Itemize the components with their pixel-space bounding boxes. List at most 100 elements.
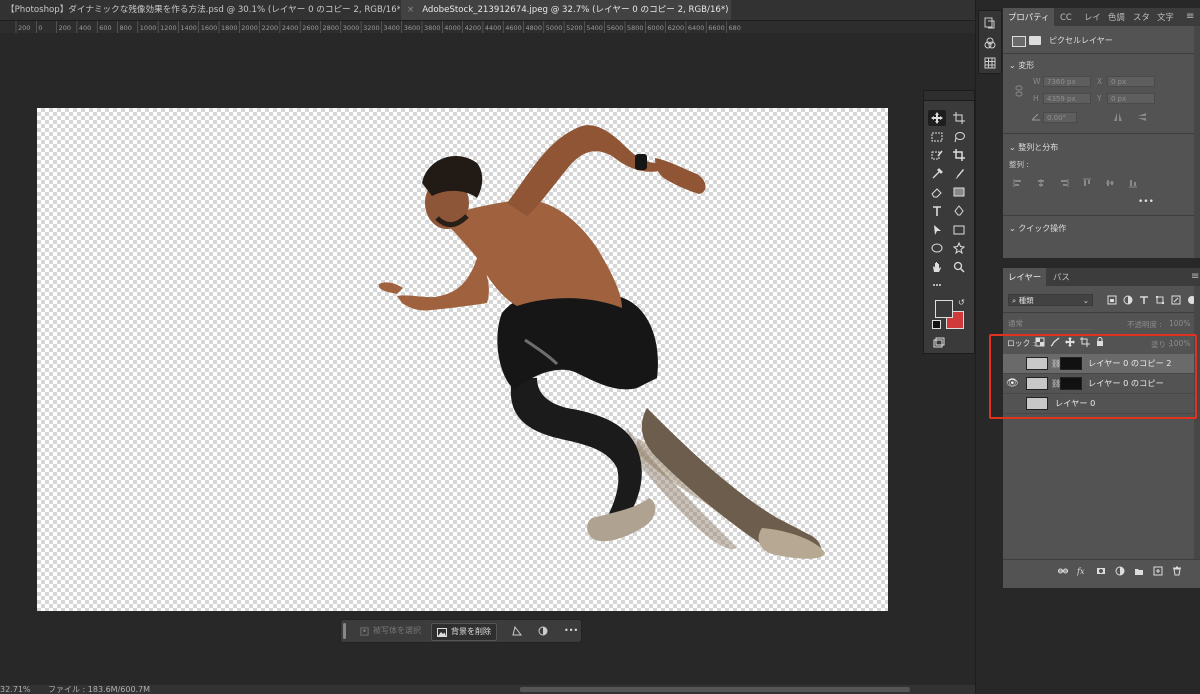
transform-button[interactable] [507,623,527,639]
document-tab-2[interactable]: × AdobeStock_213912674.jpeg @ 32.7% (レイヤー… [401,0,731,20]
select-subject-button[interactable]: 被写体を選択 [355,623,426,639]
link-icon[interactable] [1015,85,1023,100]
marquee-tool-icon[interactable] [928,129,946,145]
type-tool-icon[interactable] [928,203,946,219]
tab-cc[interactable]: CC [1060,8,1072,26]
ruler-label: 5200 [566,24,583,32]
flip-vertical-icon[interactable] [1137,112,1147,125]
brush-tool-icon[interactable] [950,166,968,182]
width-field[interactable]: 7360 px [1043,76,1091,87]
align-left-icon[interactable] [1013,178,1023,188]
channels-icon[interactable] [984,37,996,52]
transform-section-header[interactable]: ⌄ 変形 [1009,60,1034,71]
filter-type-icon[interactable] [1139,295,1149,305]
remove-background-button[interactable]: 背景を削除 [431,623,497,641]
add-mask-icon[interactable] [1096,566,1106,576]
ruler-label: 400 [79,24,91,32]
x-field[interactable]: 0 px [1107,76,1155,87]
drag-handle[interactable] [343,623,346,639]
move-tool-icon[interactable] [928,110,946,126]
layers-scrollbar[interactable] [1194,286,1200,559]
select-subject-label: 被写体を選択 [373,626,421,635]
pen-tool-icon[interactable] [950,203,968,219]
tab-properties[interactable]: プロパティ [1003,8,1055,26]
swatches-icon[interactable] [984,57,996,72]
lasso-tool-icon[interactable] [950,129,968,145]
default-colors-icon[interactable] [932,320,941,329]
adjustment-button[interactable] [533,623,553,639]
tab-layer-comps[interactable]: レイ [1084,8,1101,26]
history-icon[interactable] [984,17,996,32]
adjustment-layer-icon[interactable] [1115,566,1125,576]
crop-tool-icon[interactable] [950,147,968,163]
flip-horizontal-icon[interactable] [1113,112,1123,125]
align-right-icon[interactable] [1059,178,1069,188]
align-top-icon[interactable] [1082,178,1092,188]
horizontal-scrollbar[interactable] [520,687,910,692]
filter-smart-object-icon[interactable] [1171,295,1181,305]
zoom-tool-icon[interactable] [950,259,968,275]
tab-layers[interactable]: レイヤー [1003,268,1047,286]
height-field[interactable]: 4359 px [1043,93,1091,104]
ruler-label: 4000 [444,24,461,32]
delete-layer-icon[interactable] [1172,566,1182,576]
foreground-color-swatch[interactable] [935,300,953,318]
pixel-layer-icon [1012,36,1026,47]
zoom-level[interactable]: 32.71% [0,685,31,694]
ruler-label: 800 [120,24,132,32]
close-icon[interactable]: × [407,5,414,15]
y-field[interactable]: 0 px [1107,93,1155,104]
swap-colors-icon[interactable]: ↺ [958,298,965,307]
layer-style-fx-icon[interactable]: fx [1076,566,1087,576]
layer-filter-select[interactable]: ⌕ 種類 ⌄ [1008,294,1093,306]
artboard-tool-icon[interactable] [950,110,968,126]
panel-menu-icon[interactable]: ≡ [1186,8,1194,26]
tools-panel-header[interactable] [924,91,974,101]
rectangle-tool-icon[interactable] [950,222,968,238]
blend-mode-select[interactable]: 通常 [1008,318,1093,330]
custom-shape-tool-icon[interactable] [950,240,968,256]
align-bottom-icon[interactable] [1128,178,1138,188]
align-more-button[interactable]: ••• [1138,197,1154,207]
ruler-label: 1400 [180,24,197,32]
opacity-field[interactable]: 100% [1169,319,1190,328]
eraser-tool-icon[interactable] [928,184,946,200]
filter-pixel-icon[interactable] [1107,295,1117,305]
path-selection-tool-icon[interactable] [928,222,946,238]
gradient-tool-icon[interactable] [950,184,968,200]
screen-mode-icon[interactable] [930,335,948,351]
file-size-info[interactable]: ファイル : 183.6M/600.7M [48,685,150,694]
tab-paths[interactable]: パス [1053,268,1070,286]
tab-adjustments[interactable]: 色調 [1108,8,1125,26]
tab-character[interactable]: 文字 [1157,8,1174,26]
blend-mode-label: 通常 [1008,319,1023,328]
hand-tool-icon[interactable] [928,259,946,275]
align-center-h-icon[interactable] [1036,178,1046,188]
runner-image [378,125,825,559]
align-section-header[interactable]: ⌄ 整列と分布 [1009,142,1058,153]
filter-adjustment-icon[interactable] [1123,295,1133,305]
layers-tab-bar: レイヤー パス ≡ [1003,268,1200,286]
tab-styles[interactable]: スタ [1133,8,1150,26]
align-center-v-icon[interactable] [1105,178,1115,188]
link-layers-icon[interactable] [1058,566,1068,576]
document-tab-1[interactable]: 【Photoshop】ダイナミックな残像効果を作る方法.psd @ 30.1% … [0,0,400,20]
filter-shape-icon[interactable] [1155,295,1165,305]
panel-menu-icon[interactable]: ≡ [1191,268,1199,286]
quick-actions-header[interactable]: ⌄ クイック操作 [1009,223,1066,234]
tab-2-label: AdobeStock_213912674.jpeg @ 32.7% (レイヤー … [422,5,731,15]
x-label: X [1097,77,1103,86]
new-layer-icon[interactable] [1153,566,1163,576]
more-tools-icon[interactable] [928,277,946,293]
more-options-button[interactable]: ••• [559,623,583,639]
document-canvas[interactable] [37,108,888,611]
layer-type-label: ピクセルレイヤー [1049,36,1113,45]
object-selection-tool-icon[interactable] [928,147,946,163]
chevron-down-icon: ⌄ [1009,61,1016,70]
eyedropper-tool-icon[interactable] [928,166,946,182]
ellipse-tool-icon[interactable] [928,240,946,256]
properties-scrollbar[interactable] [1194,26,1200,258]
mask-icon[interactable] [1029,36,1041,45]
angle-field[interactable]: 0.00° [1043,112,1077,123]
new-group-icon[interactable] [1134,566,1144,576]
